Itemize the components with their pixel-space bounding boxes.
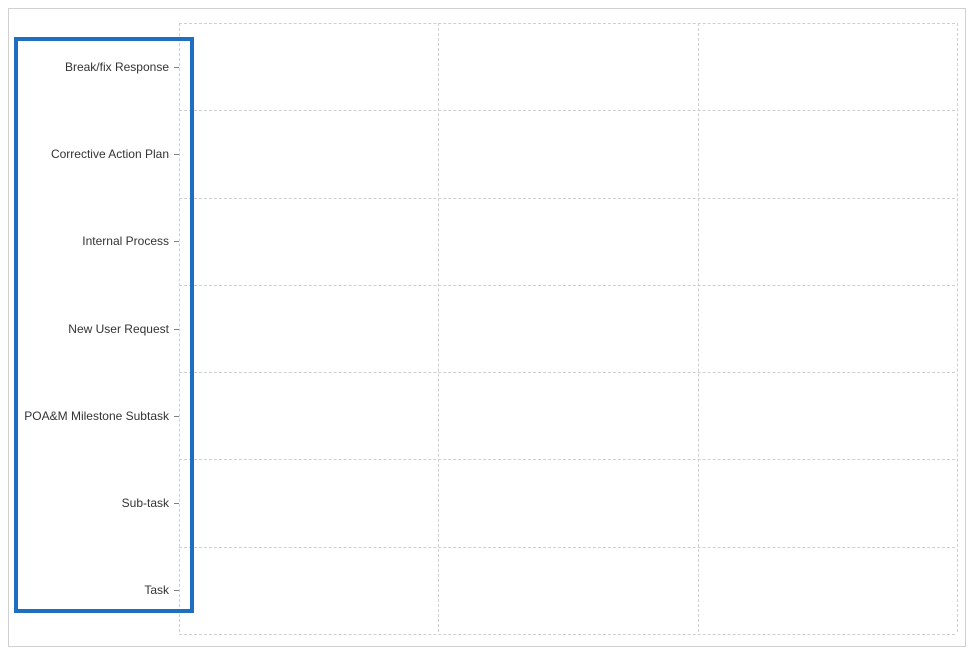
y-gridline bbox=[179, 110, 955, 111]
y-gridline bbox=[179, 459, 955, 460]
plot-area bbox=[179, 23, 955, 632]
x-gridline bbox=[438, 23, 439, 632]
y-gridline bbox=[179, 634, 955, 635]
y-gridline bbox=[179, 547, 955, 548]
x-gridline bbox=[698, 23, 699, 632]
y-tick-label: Sub-task bbox=[122, 496, 169, 510]
y-tick-label: New User Request bbox=[68, 322, 169, 336]
y-tick-mark bbox=[174, 154, 179, 155]
y-tick-label: POA&M Milestone Subtask bbox=[24, 409, 169, 423]
y-gridline bbox=[179, 372, 955, 373]
y-tick-label: Corrective Action Plan bbox=[51, 147, 169, 161]
y-tick-mark bbox=[174, 329, 179, 330]
y-tick-mark bbox=[174, 67, 179, 68]
y-tick-mark bbox=[174, 416, 179, 417]
y-tick-label: Task bbox=[144, 583, 169, 597]
y-tick-mark bbox=[174, 503, 179, 504]
y-tick-label: Internal Process bbox=[82, 234, 169, 248]
x-gridline bbox=[179, 23, 180, 632]
chart-container: Break/fix Response Corrective Action Plan… bbox=[8, 8, 966, 647]
y-tick-mark bbox=[174, 590, 179, 591]
x-gridline bbox=[957, 23, 958, 632]
y-gridline bbox=[179, 198, 955, 199]
y-tick-mark bbox=[174, 241, 179, 242]
y-gridline bbox=[179, 23, 955, 24]
y-gridline bbox=[179, 285, 955, 286]
y-tick-label: Break/fix Response bbox=[65, 60, 169, 74]
